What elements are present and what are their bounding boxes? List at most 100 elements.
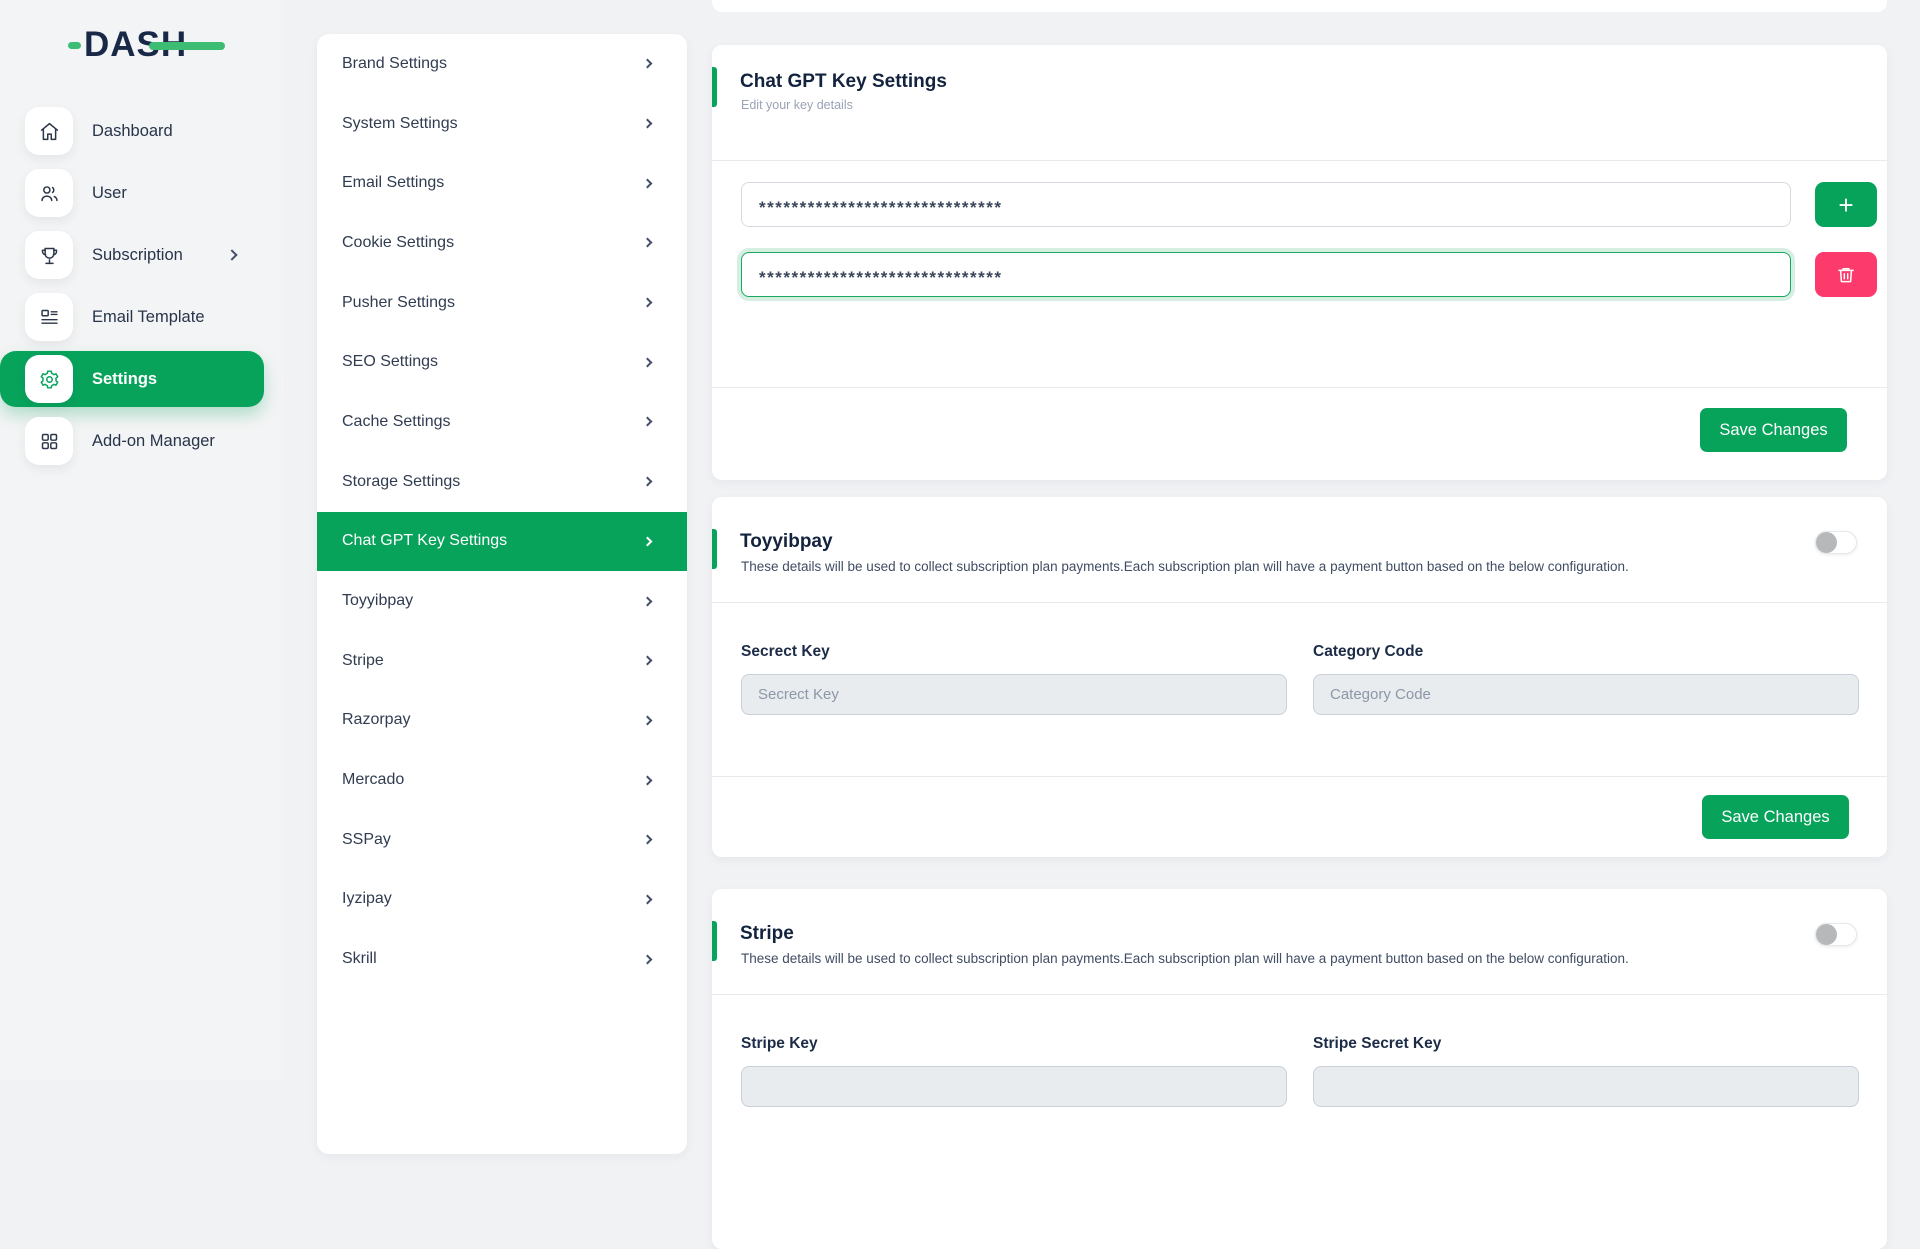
field-label: Secrect Key xyxy=(741,643,830,661)
divider xyxy=(712,387,1887,388)
menu-item-pusher-settings[interactable]: Pusher Settings xyxy=(317,273,687,333)
menu-item-label: Chat GPT Key Settings xyxy=(342,532,507,550)
chevron-right-icon xyxy=(643,775,653,785)
api-key-input-2[interactable]: ****************************** xyxy=(741,252,1791,297)
menu-item-razorpay[interactable]: Razorpay xyxy=(317,691,687,751)
logo-green-dash-icon xyxy=(68,42,81,49)
trophy-icon xyxy=(25,231,73,279)
card-title: Toyyibpay xyxy=(740,531,833,553)
sidebar-item-label: Settings xyxy=(92,370,157,389)
toyyibpay-enable-toggle[interactable] xyxy=(1815,531,1857,554)
sidebar-item-label: User xyxy=(92,184,127,203)
menu-item-chatgpt-key-settings[interactable]: Chat GPT Key Settings xyxy=(317,512,687,572)
menu-item-stripe[interactable]: Stripe xyxy=(317,631,687,691)
menu-item-toyyibpay[interactable]: Toyyibpay xyxy=(317,571,687,631)
logo-green-bar-icon xyxy=(149,42,225,50)
chevron-right-icon xyxy=(643,477,653,487)
menu-item-label: Cache Settings xyxy=(342,413,451,431)
toggle-knob xyxy=(1816,532,1837,553)
card-description: These details will be used to collect su… xyxy=(741,951,1827,966)
menu-item-label: Toyyibpay xyxy=(342,592,413,610)
menu-item-label: Cookie Settings xyxy=(342,234,454,252)
gear-icon xyxy=(25,355,73,403)
menu-item-label: System Settings xyxy=(342,115,458,133)
divider xyxy=(712,602,1887,603)
chevron-right-icon xyxy=(643,715,653,725)
chevron-right-icon xyxy=(643,596,653,606)
chevron-right-icon xyxy=(226,249,237,260)
card-accent-bar xyxy=(712,529,717,569)
chevron-right-icon xyxy=(643,835,653,845)
chevron-right-icon xyxy=(643,298,653,308)
stripe-secret-key-input[interactable] xyxy=(1313,1066,1859,1107)
chevron-right-icon xyxy=(643,954,653,964)
delete-key-button[interactable] xyxy=(1815,252,1877,297)
menu-item-label: SSPay xyxy=(342,831,391,849)
chevron-right-icon xyxy=(643,895,653,905)
sidebar-item-label: Add-on Manager xyxy=(92,432,215,451)
secret-key-input[interactable] xyxy=(741,674,1287,715)
divider xyxy=(712,994,1887,995)
menu-item-cookie-settings[interactable]: Cookie Settings xyxy=(317,213,687,273)
menu-item-sspay[interactable]: SSPay xyxy=(317,810,687,870)
sidebar-item-subscription[interactable]: Subscription xyxy=(25,231,284,279)
card-title: Chat GPT Key Settings xyxy=(740,71,947,93)
chevron-right-icon xyxy=(643,536,653,546)
menu-item-label: Stripe xyxy=(342,652,384,670)
menu-item-cache-settings[interactable]: Cache Settings xyxy=(317,392,687,452)
toyyibpay-card: Toyyibpay These details will be used to … xyxy=(712,497,1887,857)
save-changes-button[interactable]: Save Changes xyxy=(1702,795,1849,839)
chevron-right-icon xyxy=(643,417,653,427)
divider xyxy=(712,776,1887,777)
menu-item-label: Razorpay xyxy=(342,711,410,729)
menu-item-brand-settings[interactable]: Brand Settings xyxy=(317,34,687,94)
field-label: Stripe Key xyxy=(741,1035,818,1053)
menu-item-label: Brand Settings xyxy=(342,55,447,73)
stripe-enable-toggle[interactable] xyxy=(1815,923,1857,946)
stripe-card: Stripe These details will be used to col… xyxy=(712,889,1887,1249)
chatgpt-key-settings-card: Chat GPT Key Settings Edit your key deta… xyxy=(712,45,1887,480)
menu-item-system-settings[interactable]: System Settings xyxy=(317,94,687,154)
menu-item-mercado[interactable]: Mercado xyxy=(317,750,687,810)
card-accent-bar xyxy=(712,67,717,107)
stripe-key-input[interactable] xyxy=(741,1066,1287,1107)
sidebar-item-addon-manager[interactable]: Add-on Manager xyxy=(25,417,284,465)
sidebar-item-user[interactable]: User xyxy=(25,169,284,217)
menu-item-seo-settings[interactable]: SEO Settings xyxy=(317,332,687,392)
category-code-input[interactable] xyxy=(1313,674,1859,715)
home-icon xyxy=(25,107,73,155)
grid-icon xyxy=(25,417,73,465)
menu-item-storage-settings[interactable]: Storage Settings xyxy=(317,452,687,512)
menu-item-label: Iyzipay xyxy=(342,890,392,908)
chevron-right-icon xyxy=(643,238,653,248)
sidebar: DASH Dashboard User Subscription xyxy=(0,0,284,1080)
users-icon xyxy=(25,169,73,217)
menu-item-label: Email Settings xyxy=(342,174,444,192)
previous-card-bottom-edge xyxy=(712,0,1887,12)
chevron-right-icon xyxy=(643,59,653,69)
brand-logo: DASH xyxy=(84,22,187,68)
chevron-right-icon xyxy=(643,357,653,367)
save-changes-button[interactable]: Save Changes xyxy=(1700,408,1847,452)
chevron-right-icon xyxy=(643,119,653,129)
toggle-knob xyxy=(1816,924,1837,945)
menu-item-iyzipay[interactable]: Iyzipay xyxy=(317,870,687,930)
trash-icon xyxy=(1836,265,1856,285)
field-label: Stripe Secret Key xyxy=(1313,1035,1441,1053)
card-description: These details will be used to collect su… xyxy=(741,559,1827,574)
chevron-right-icon xyxy=(643,656,653,666)
sidebar-item-settings[interactable]: Settings xyxy=(0,351,264,407)
add-key-button[interactable]: + xyxy=(1815,182,1877,227)
sidebar-item-dashboard[interactable]: Dashboard xyxy=(25,107,284,155)
field-label: Category Code xyxy=(1313,643,1423,661)
divider xyxy=(712,160,1887,161)
card-accent-bar xyxy=(712,921,717,961)
sidebar-item-email-template[interactable]: Email Template xyxy=(25,293,284,341)
menu-item-label: SEO Settings xyxy=(342,353,438,371)
sidebar-item-label: Email Template xyxy=(92,308,205,327)
api-key-input-1[interactable]: ****************************** xyxy=(741,182,1791,227)
card-subtitle: Edit your key details xyxy=(741,98,853,112)
sidebar-item-label: Subscription xyxy=(92,246,183,265)
menu-item-skrill[interactable]: Skrill xyxy=(317,929,687,989)
menu-item-email-settings[interactable]: Email Settings xyxy=(317,153,687,213)
